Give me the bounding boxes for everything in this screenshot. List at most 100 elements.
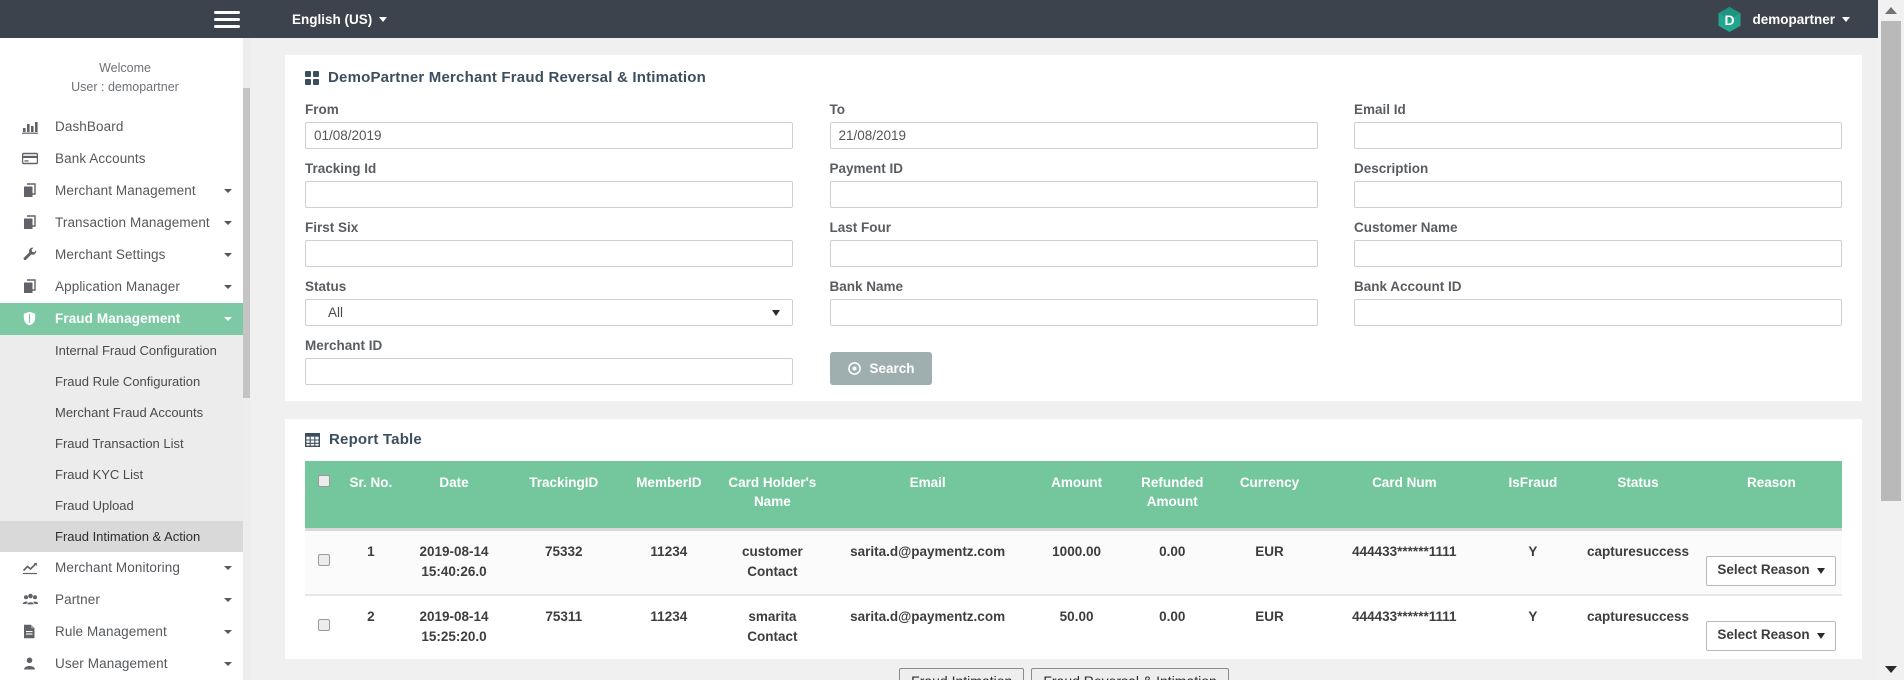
fraud-reversal-intimation-button[interactable]: Fraud Reversal & Intimation bbox=[1031, 668, 1229, 680]
bank-name-input[interactable] bbox=[830, 299, 1318, 326]
cell-status: capturesuccess bbox=[1575, 595, 1700, 659]
chevron-down-icon bbox=[1842, 17, 1850, 22]
table-actions: Fraud Intimation Fraud Reversal & Intima… bbox=[250, 668, 1878, 680]
sidebar-item-label: Merchant Monitoring bbox=[55, 560, 180, 575]
search-target-icon bbox=[847, 361, 862, 376]
tracking-id-input[interactable] bbox=[305, 181, 793, 208]
sidebar-subitem-fraud-transaction-list[interactable]: Fraud Transaction List bbox=[0, 428, 250, 459]
description-label: Description bbox=[1354, 161, 1842, 176]
bank-account-id-label: Bank Account ID bbox=[1354, 279, 1842, 294]
language-selector[interactable]: English (US) bbox=[292, 12, 387, 27]
table-row: 2 2019-08-14 15:25:20.0 75311 11234 smar… bbox=[305, 595, 1842, 659]
col-is-fraud: IsFraud bbox=[1491, 461, 1576, 529]
sidebar-subitem-merchant-fraud-accounts[interactable]: Merchant Fraud Accounts bbox=[0, 397, 250, 428]
user-menu[interactable]: D demopartner bbox=[1716, 6, 1850, 33]
hamburger-menu-icon[interactable] bbox=[214, 7, 240, 32]
merchant-id-input[interactable] bbox=[305, 358, 793, 385]
cell-card-num: 444433******1111 bbox=[1318, 595, 1491, 659]
sidebar-item-bank-accounts[interactable]: Bank Accounts bbox=[0, 143, 250, 175]
cell-member-id: 11234 bbox=[619, 529, 719, 595]
description-input[interactable] bbox=[1354, 181, 1842, 208]
scroll-up-arrow-icon[interactable] bbox=[1885, 7, 1897, 14]
sidebar-item-merchant-management[interactable]: Merchant Management bbox=[0, 175, 250, 207]
status-select-value: All bbox=[328, 305, 343, 320]
bank-account-id-input[interactable] bbox=[1354, 299, 1842, 326]
to-input[interactable] bbox=[830, 122, 1318, 149]
last-four-input[interactable] bbox=[830, 240, 1318, 267]
field-bank-account-id: Bank Account ID bbox=[1354, 279, 1842, 326]
cell-tracking-id: 75311 bbox=[509, 595, 619, 659]
field-last-four: Last Four bbox=[830, 220, 1318, 267]
window-scrollbar[interactable] bbox=[1878, 0, 1904, 680]
sidebar-item-merchant-settings[interactable]: Merchant Settings bbox=[0, 239, 250, 271]
cell-sr-no: 1 bbox=[343, 529, 399, 595]
scroll-down-arrow-icon[interactable] bbox=[1885, 666, 1897, 673]
sidebar-item-fraud-management[interactable]: Fraud Management bbox=[0, 303, 250, 335]
tracking-id-label: Tracking Id bbox=[305, 161, 793, 176]
sidebar-item-user-management[interactable]: User Management bbox=[0, 648, 250, 680]
status-select[interactable]: All bbox=[305, 299, 793, 326]
table-icon bbox=[305, 433, 320, 447]
sidebar-subitem-fraud-rule-configuration[interactable]: Fraud Rule Configuration bbox=[0, 366, 250, 397]
sidebar-scrollbar[interactable] bbox=[243, 38, 250, 680]
from-input[interactable] bbox=[305, 122, 793, 149]
report-table-title: Report Table bbox=[305, 431, 1842, 448]
sidebar-item-label: DashBoard bbox=[55, 119, 123, 134]
row-checkbox[interactable] bbox=[318, 554, 330, 566]
search-button[interactable]: Search bbox=[830, 352, 932, 385]
col-date: Date bbox=[399, 461, 509, 529]
cell-email: sarita.d@paymentz.com bbox=[826, 595, 1030, 659]
line-chart-icon bbox=[22, 560, 40, 575]
fraud-intimation-button[interactable]: Fraud Intimation bbox=[899, 668, 1024, 680]
sidebar-subitem-fraud-kyc-list[interactable]: Fraud KYC List bbox=[0, 459, 250, 490]
svg-text:D: D bbox=[1725, 12, 1735, 28]
first-six-input[interactable] bbox=[305, 240, 793, 267]
sidebar-item-label: Transaction Management bbox=[55, 215, 210, 230]
sidebar-subitem-fraud-intimation-action[interactable]: Fraud Intimation & Action bbox=[0, 521, 250, 552]
wrench-icon bbox=[22, 247, 40, 262]
sidebar-item-partner[interactable]: Partner bbox=[0, 584, 250, 616]
cell-currency: EUR bbox=[1221, 595, 1318, 659]
sidebar-item-rule-management[interactable]: Rule Management bbox=[0, 616, 250, 648]
sidebar-item-application-manager[interactable]: Application Manager bbox=[0, 271, 250, 303]
sidebar-subitem-internal-fraud-configuration[interactable]: Internal Fraud Configuration bbox=[0, 335, 250, 366]
chevron-down-icon bbox=[1817, 633, 1825, 639]
report-table-panel: Report Table Sr. No. Date TrackingID Mem… bbox=[285, 419, 1862, 659]
cell-date: 2019-08-14 15:40:26.0 bbox=[399, 529, 509, 595]
customer-name-label: Customer Name bbox=[1354, 220, 1842, 235]
grid-icon bbox=[305, 71, 319, 85]
documents-icon bbox=[22, 215, 40, 230]
documents-icon bbox=[22, 279, 40, 294]
row-checkbox[interactable] bbox=[318, 619, 330, 631]
report-table: Sr. No. Date TrackingID MemberID Card Ho… bbox=[305, 461, 1842, 659]
customer-name-input[interactable] bbox=[1354, 240, 1842, 267]
select-all-checkbox[interactable] bbox=[318, 475, 330, 487]
user-icon bbox=[22, 656, 40, 671]
chevron-down-icon bbox=[224, 598, 232, 602]
chevron-down-icon bbox=[224, 189, 232, 193]
sidebar-subitem-fraud-upload[interactable]: Fraud Upload bbox=[0, 490, 250, 521]
col-member-id: MemberID bbox=[619, 461, 719, 529]
chevron-down-icon bbox=[224, 317, 232, 321]
sidebar-scrollbar-thumb[interactable] bbox=[243, 88, 250, 398]
sidebar-item-transaction-management[interactable]: Transaction Management bbox=[0, 207, 250, 239]
col-amount: Amount bbox=[1030, 461, 1124, 529]
col-reason: Reason bbox=[1701, 461, 1842, 529]
from-label: From bbox=[305, 102, 793, 117]
email-id-input[interactable] bbox=[1354, 122, 1842, 149]
reason-select[interactable]: Select Reason bbox=[1706, 621, 1836, 651]
cell-amount: 50.00 bbox=[1030, 595, 1124, 659]
payment-id-input[interactable] bbox=[830, 181, 1318, 208]
col-card-num: Card Num bbox=[1318, 461, 1491, 529]
bar-chart-icon bbox=[22, 119, 40, 134]
welcome-text: Welcome bbox=[10, 59, 240, 78]
reason-select[interactable]: Select Reason bbox=[1706, 556, 1836, 586]
sidebar-item-label: User Management bbox=[55, 656, 168, 671]
field-to: To bbox=[830, 102, 1318, 149]
scrollbar-thumb[interactable] bbox=[1881, 21, 1901, 501]
sidebar-item-merchant-monitoring[interactable]: Merchant Monitoring bbox=[0, 552, 250, 584]
fraud-management-submenu: Internal Fraud Configuration Fraud Rule … bbox=[0, 335, 250, 552]
sidebar-item-dashboard[interactable]: DashBoard bbox=[0, 111, 250, 143]
fraud-search-panel: DemoPartner Merchant Fraud Reversal & In… bbox=[285, 55, 1862, 401]
cell-email: sarita.d@paymentz.com bbox=[826, 529, 1030, 595]
